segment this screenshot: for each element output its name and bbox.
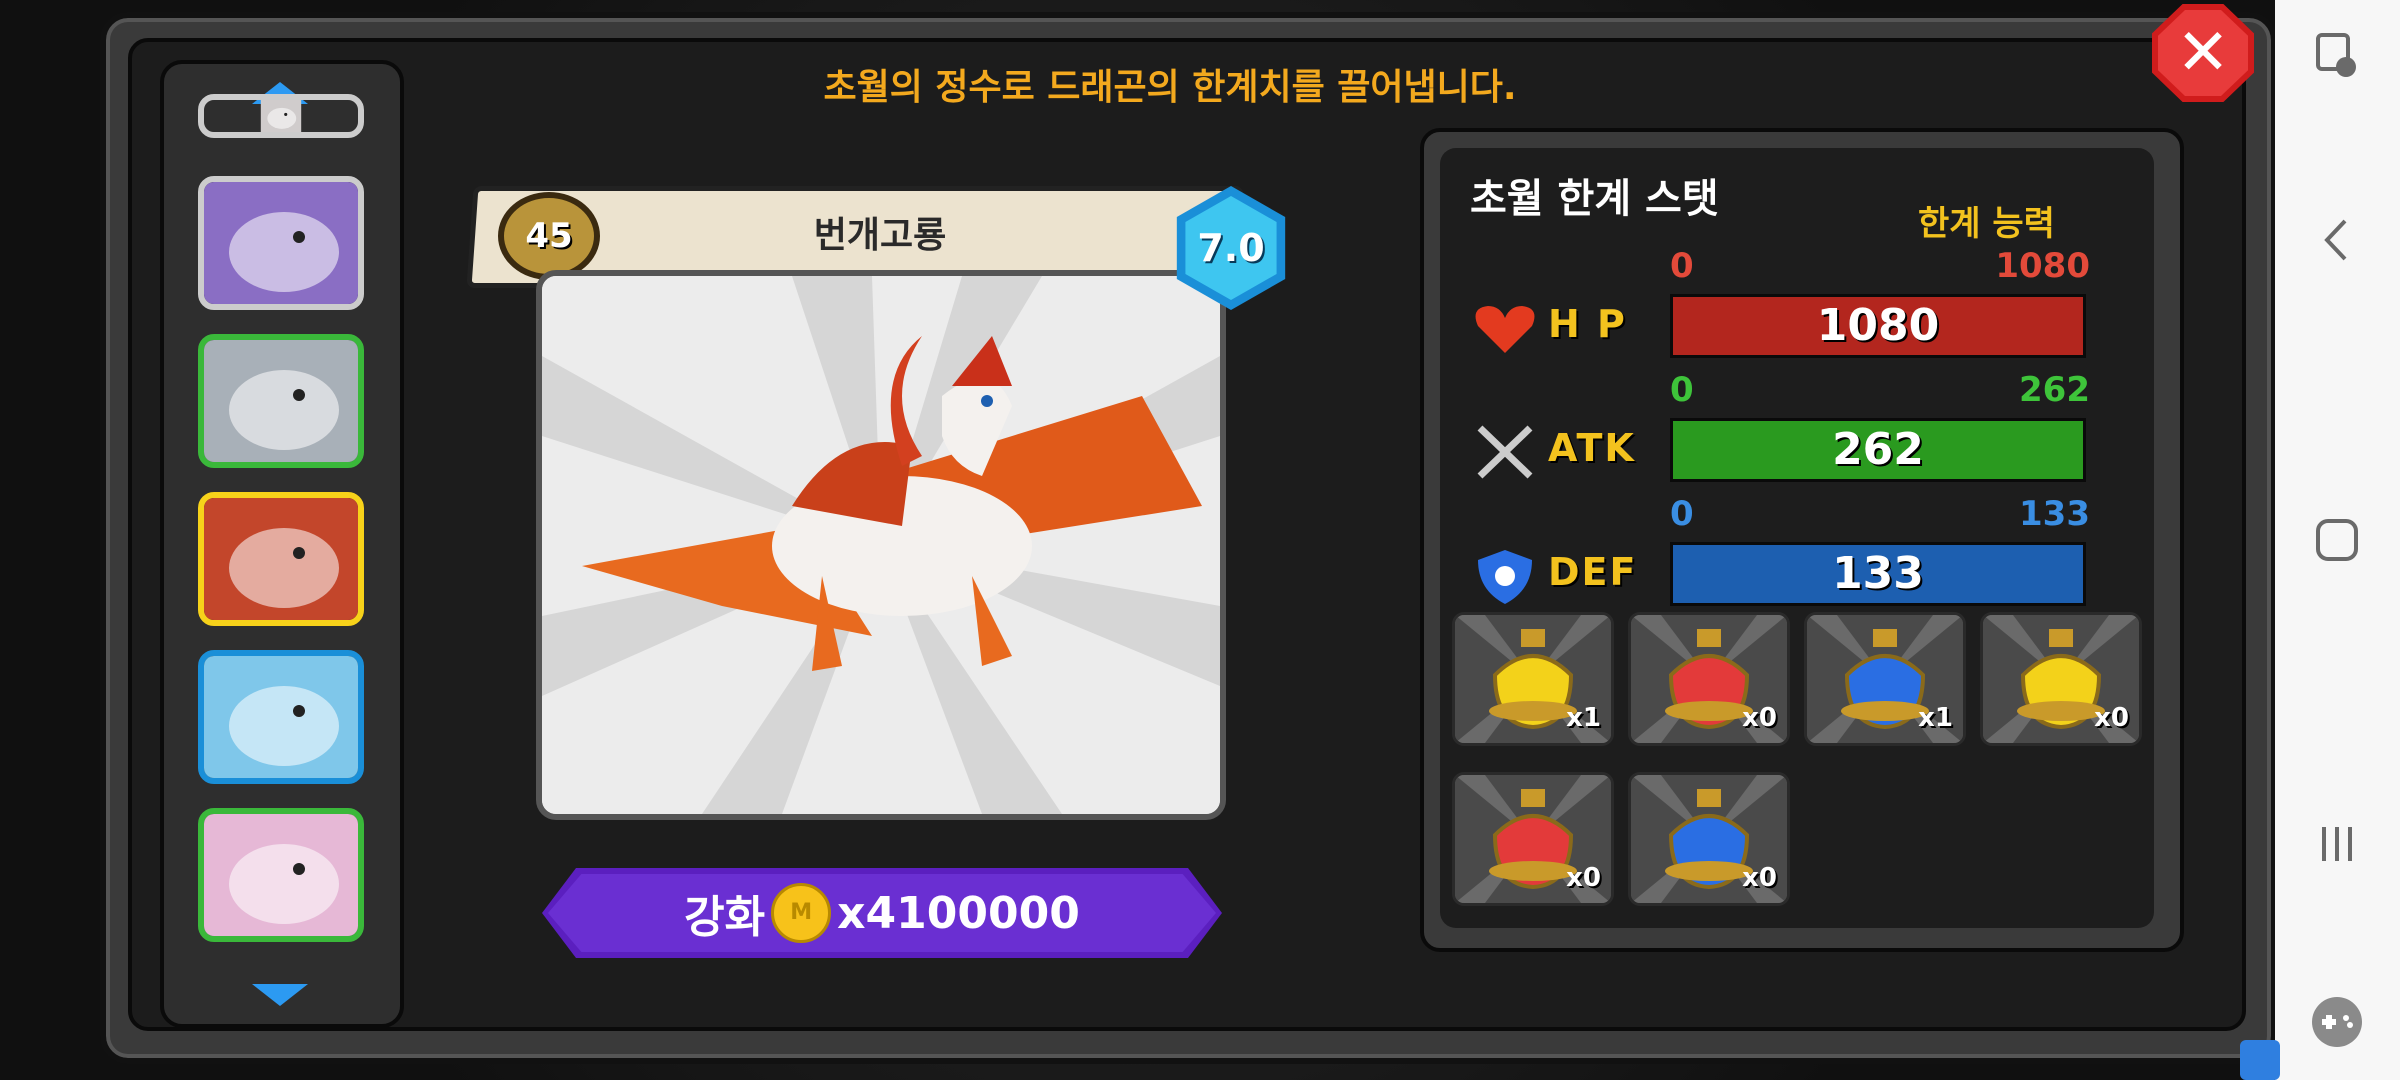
stat-bar: 262 xyxy=(1670,418,2086,482)
touch-lock-icon[interactable] xyxy=(2305,24,2369,88)
dragon-list-sidebar[interactable] xyxy=(160,60,404,1028)
upgrade-label: 강화 xyxy=(684,892,766,943)
recents-icon[interactable] xyxy=(2305,812,2369,876)
sidebar-dragon-thumb-0[interactable] xyxy=(198,94,364,138)
potion-slot-4[interactable]: x0 xyxy=(1452,772,1614,906)
potion-count: x1 xyxy=(1918,703,1953,733)
potion-slot-1[interactable]: x0 xyxy=(1628,612,1790,746)
sidebar-dragon-thumb-4[interactable] xyxy=(198,650,364,784)
stat-bar: 1080 xyxy=(1670,294,2086,358)
dragon-portrait xyxy=(536,270,1226,820)
stat-max-value: 133 xyxy=(2019,494,2090,534)
stat-row-hp: 0 1080 H P 1080 xyxy=(1470,246,2090,366)
stat-name: DEF xyxy=(1548,550,1638,594)
scroll-down-arrow-icon[interactable] xyxy=(252,984,308,1006)
close-button[interactable]: ✕ xyxy=(2152,4,2254,102)
dialog-title: 초월의 정수로 드래곤의 한계치를 끌어냅니다. xyxy=(823,67,1517,108)
sidebar-dragon-thumb-1[interactable] xyxy=(198,176,364,310)
stat-min-value: 0 xyxy=(1670,246,1694,286)
stat-min-value: 0 xyxy=(1670,370,1694,410)
sidebar-dragon-thumb-5[interactable] xyxy=(198,808,364,942)
upgrade-cost: x4100000 xyxy=(837,887,1080,939)
home-icon[interactable] xyxy=(2305,508,2369,572)
potion-count: x0 xyxy=(2094,703,2129,733)
stat-value: 262 xyxy=(1832,424,1924,475)
potion-slot-2[interactable]: x1 xyxy=(1804,612,1966,746)
stats-title: 초월 한계 스탯 xyxy=(1470,176,1719,222)
grade-value: 7.0 xyxy=(1197,226,1265,270)
potion-count: x1 xyxy=(1566,703,1601,733)
stat-bar: 133 xyxy=(1670,542,2086,606)
close-icon: ✕ xyxy=(2176,16,2230,90)
game-tools-icon[interactable] xyxy=(2305,990,2369,1054)
potion-slot-5[interactable]: x0 xyxy=(1628,772,1790,906)
stat-row-def: 0 133 DEF 133 xyxy=(1470,494,2090,614)
potion-count: x0 xyxy=(1742,863,1777,893)
potion-slot-0[interactable]: x1 xyxy=(1452,612,1614,746)
stat-row-atk: 0 262 ATK 262 xyxy=(1470,370,2090,490)
sidebar-dragon-thumb-2[interactable] xyxy=(198,334,364,468)
swords-icon xyxy=(1470,422,1540,482)
shield-icon xyxy=(1470,546,1540,606)
coin-icon: M xyxy=(771,883,832,943)
stat-name: ATK xyxy=(1548,426,1636,470)
android-nav-bar xyxy=(2275,0,2400,1080)
heart-icon xyxy=(1470,298,1540,358)
stat-value: 133 xyxy=(1832,548,1924,599)
stat-value: 1080 xyxy=(1816,300,1940,351)
stat-max-value: 262 xyxy=(2019,370,2090,410)
upgrade-button[interactable]: 강화 M x4100000 xyxy=(542,868,1222,958)
sidebar-dragon-thumb-3[interactable] xyxy=(198,492,364,626)
potion-slot-3[interactable]: x0 xyxy=(1980,612,2142,746)
stat-name: H P xyxy=(1548,302,1627,346)
potion-count: x0 xyxy=(1566,863,1601,893)
limit-ability-label: 한계 능력 xyxy=(1918,204,2055,244)
back-icon[interactable] xyxy=(2305,208,2369,272)
potion-count: x0 xyxy=(1742,703,1777,733)
stat-min-value: 0 xyxy=(1670,494,1694,534)
level-badge: 45 xyxy=(498,192,600,280)
overlay-badge-icon xyxy=(2240,1040,2280,1080)
stat-max-value: 1080 xyxy=(1995,246,2090,286)
dragon-name: 번개고룡 xyxy=(813,215,947,256)
